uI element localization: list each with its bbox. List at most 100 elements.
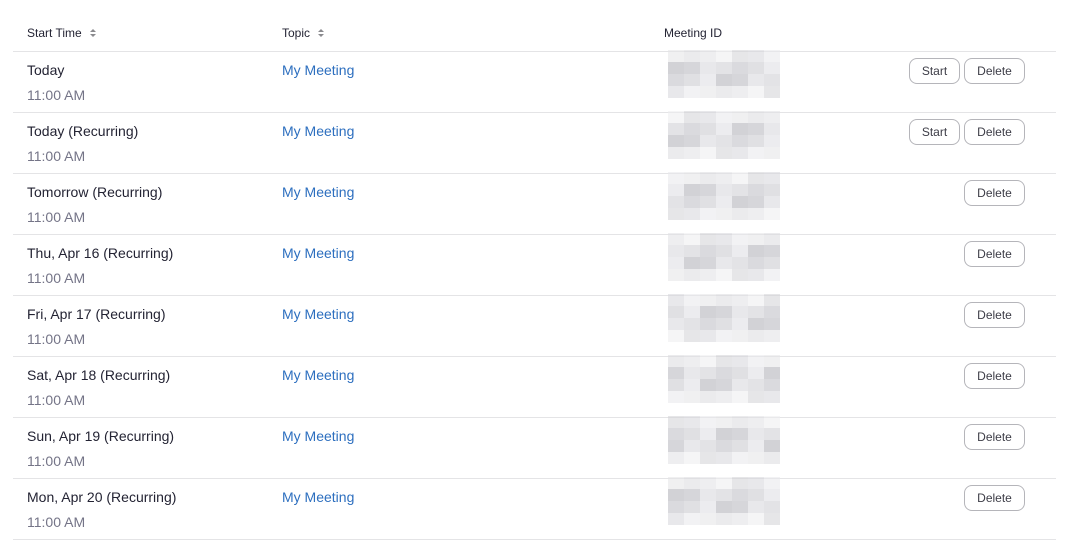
redaction-pixel xyxy=(748,135,764,147)
redaction-pixel xyxy=(668,172,684,184)
redaction-pixel xyxy=(716,452,732,464)
redaction-pixel xyxy=(684,233,700,245)
topic-link[interactable]: My Meeting xyxy=(282,62,354,78)
redaction-pixel xyxy=(700,306,716,318)
redaction-pixel xyxy=(748,477,764,489)
redaction-pixel xyxy=(732,50,748,62)
redaction-pixel xyxy=(732,74,748,86)
redaction-pixel xyxy=(684,172,700,184)
delete-button[interactable]: Delete xyxy=(964,485,1025,511)
start-time: 11:00 AM xyxy=(27,514,86,530)
sort-icon[interactable] xyxy=(318,29,325,37)
redaction-pixel xyxy=(764,62,780,74)
table-row: Today (Recurring) 11:00 AM My Meeting St… xyxy=(13,111,1056,174)
redaction-pixel xyxy=(716,135,732,147)
redaction-pixel xyxy=(716,294,732,306)
delete-button[interactable]: Delete xyxy=(964,58,1025,84)
redaction-pixel xyxy=(668,318,684,330)
redaction-pixel xyxy=(716,196,732,208)
redaction-pixel xyxy=(748,245,764,257)
delete-button[interactable]: Delete xyxy=(964,424,1025,450)
redaction-pixel xyxy=(668,379,684,391)
redaction-pixel xyxy=(684,294,700,306)
topic-link[interactable]: My Meeting xyxy=(282,306,354,322)
table-row: Thu, Apr 16 (Recurring) 11:00 AM My Meet… xyxy=(13,233,1056,296)
redaction-pixel xyxy=(748,257,764,269)
redaction-pixel xyxy=(732,184,748,196)
redaction-pixel xyxy=(732,513,748,525)
redaction-pixel xyxy=(716,111,732,123)
redaction-pixel xyxy=(764,416,780,428)
delete-button[interactable]: Delete xyxy=(964,180,1025,206)
redaction-pixel xyxy=(684,318,700,330)
redaction-pixel xyxy=(668,489,684,501)
start-button[interactable]: Start xyxy=(909,119,960,145)
topic-link[interactable]: My Meeting xyxy=(282,367,354,383)
start-time: 11:00 AM xyxy=(27,270,86,286)
start-day: Mon, Apr 20 (Recurring) xyxy=(27,489,177,505)
delete-button[interactable]: Delete xyxy=(964,241,1025,267)
start-time: 11:00 AM xyxy=(27,392,86,408)
column-start-time[interactable]: Start Time xyxy=(27,26,96,40)
redaction-pixel xyxy=(732,440,748,452)
redaction-pixel xyxy=(732,477,748,489)
redaction-pixel xyxy=(764,233,780,245)
redaction-pixel xyxy=(700,135,716,147)
delete-button[interactable]: Delete xyxy=(964,119,1025,145)
delete-button[interactable]: Delete xyxy=(964,363,1025,389)
redaction-pixel xyxy=(700,513,716,525)
redaction-pixel xyxy=(700,111,716,123)
redaction-pixel xyxy=(716,123,732,135)
redaction-pixel xyxy=(716,477,732,489)
start-day: Sun, Apr 19 (Recurring) xyxy=(27,428,175,444)
redaction-pixel xyxy=(732,294,748,306)
column-topic[interactable]: Topic xyxy=(282,26,325,40)
start-time: 11:00 AM xyxy=(27,87,86,103)
topic-link[interactable]: My Meeting xyxy=(282,123,354,139)
table-header: Start Time Topic Meeting ID xyxy=(13,16,1056,52)
start-button[interactable]: Start xyxy=(909,58,960,84)
meetings-table: Start Time Topic Meeting ID Today 11:00 … xyxy=(13,16,1056,540)
topic-link[interactable]: My Meeting xyxy=(282,428,354,444)
redaction-pixel xyxy=(764,269,780,281)
redaction-pixel xyxy=(668,123,684,135)
redaction-pixel xyxy=(716,428,732,440)
redaction-pixel xyxy=(668,208,684,220)
redaction-pixel xyxy=(748,367,764,379)
redaction-pixel xyxy=(748,330,764,342)
meeting-id-redacted xyxy=(653,290,803,352)
redaction-pixel xyxy=(716,233,732,245)
redaction-pixel xyxy=(732,62,748,74)
redaction-pixel xyxy=(748,379,764,391)
redaction-pixel xyxy=(684,477,700,489)
topic-link[interactable]: My Meeting xyxy=(282,184,354,200)
redaction-pixel xyxy=(764,147,780,159)
redaction-pixel xyxy=(748,86,764,98)
sort-icon[interactable] xyxy=(89,29,96,37)
column-meeting-id-label: Meeting ID xyxy=(664,26,723,40)
redaction-pixel xyxy=(684,208,700,220)
redaction-pixel xyxy=(684,428,700,440)
redaction-pixel xyxy=(684,355,700,367)
redaction-pixel xyxy=(668,50,684,62)
redaction-pixel xyxy=(764,379,780,391)
redaction-pixel xyxy=(700,294,716,306)
redaction-pixel xyxy=(716,501,732,513)
topic-link[interactable]: My Meeting xyxy=(282,489,354,505)
topic-link[interactable]: My Meeting xyxy=(282,245,354,261)
delete-button[interactable]: Delete xyxy=(964,302,1025,328)
redaction-pixel xyxy=(700,172,716,184)
redaction-pixel xyxy=(748,123,764,135)
redaction-pixel xyxy=(748,501,764,513)
redaction-pixel xyxy=(684,330,700,342)
redaction-pixel xyxy=(764,294,780,306)
redaction-pixel xyxy=(764,367,780,379)
redaction-pixel xyxy=(716,391,732,403)
redaction-pixel xyxy=(716,257,732,269)
start-time: 11:00 AM xyxy=(27,209,86,225)
redaction-pixel xyxy=(700,391,716,403)
redaction-pixel xyxy=(764,184,780,196)
redaction-pixel xyxy=(668,257,684,269)
redaction-pixel xyxy=(732,233,748,245)
redaction-pixel xyxy=(684,367,700,379)
